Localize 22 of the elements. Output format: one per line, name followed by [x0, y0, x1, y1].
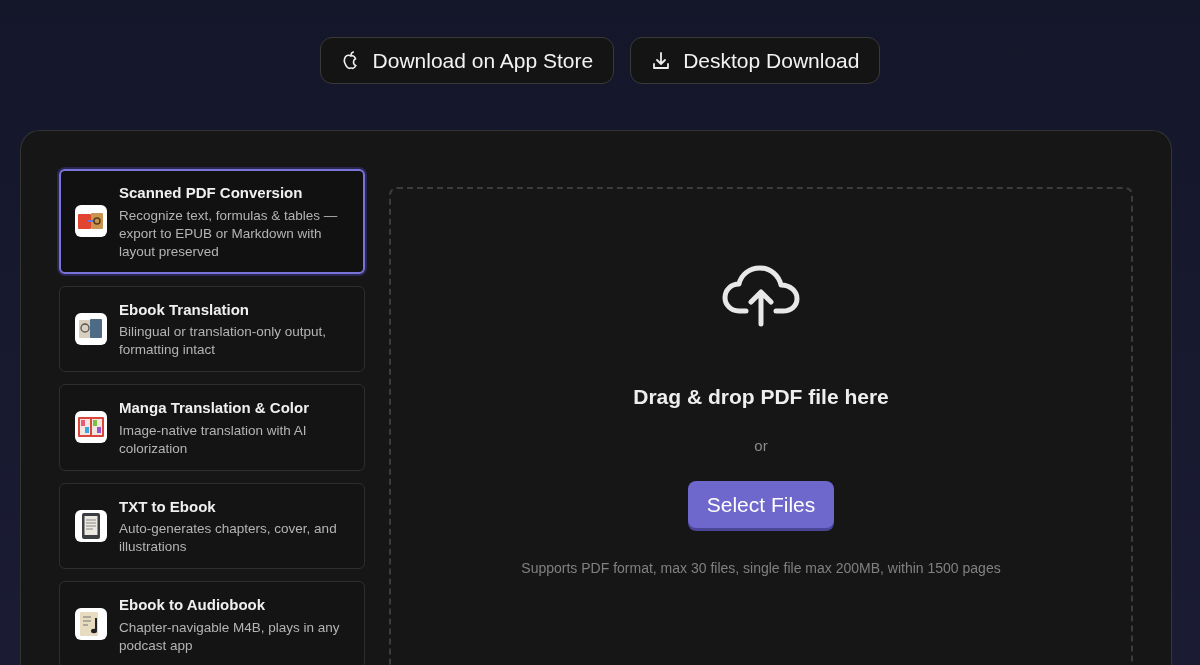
- drop-zone[interactable]: Drag & drop PDF file here or Select Files Supports PDF format, max 30 files, single file max 200MB, within 1500 pages: [389, 187, 1133, 665]
- feature-title: Ebook to Audiobook: [119, 595, 267, 615]
- drop-heading: Drag & drop PDF file here: [633, 384, 889, 410]
- feature-card[interactable]: Scanned PDF Conversion Recognize text, formulas & tables — export to EPUB or Markdown with layout preserved: [59, 169, 365, 274]
- feature-card[interactable]: Manga Translation & Color Image-native translation with AI colorization: [59, 384, 365, 471]
- feature-card[interactable]: Ebook Translation Bilingual or translation-only output, formatting intact: [59, 285, 365, 372]
- feature-description: Auto-generates chapters, cover, and illustrations: [119, 520, 338, 556]
- feature-description: Recognize text, formulas & tables — export to EPUB or Markdown with layout preserved: [119, 206, 339, 261]
- feature-description: Bilingual or translation-only output, formatting intact: [119, 323, 328, 359]
- feature-description: Image-native translation with AI colorization: [119, 421, 308, 458]
- feature-title: TXT to Ebook: [119, 496, 217, 517]
- feature-description: Chapter-navigable M4B, plays in any podcast app: [119, 618, 341, 655]
- feature-title: Ebook Translation: [119, 299, 251, 320]
- feature-card[interactable]: Ebook to Audiobook Chapter-navigable M4B, plays in any podcast app: [59, 581, 365, 665]
- select-files-button[interactable]: Select Files: [687, 481, 835, 528]
- desktop-download-button[interactable]: Desktop Download: [630, 37, 881, 84]
- feature-title: Manga Translation & Color: [119, 398, 311, 418]
- feature-card[interactable]: TXT to Ebook Auto-generates chapters, cover, and illustrations: [59, 482, 365, 569]
- upload-limits-note: Supports PDF format, max 30 files, single file max 200MB, within 1500 pages: [521, 559, 1001, 578]
- feature-title: Scanned PDF Conversion: [119, 183, 304, 203]
- or-separator: or: [754, 435, 768, 456]
- app-store-button[interactable]: Download on App Store: [319, 37, 615, 84]
